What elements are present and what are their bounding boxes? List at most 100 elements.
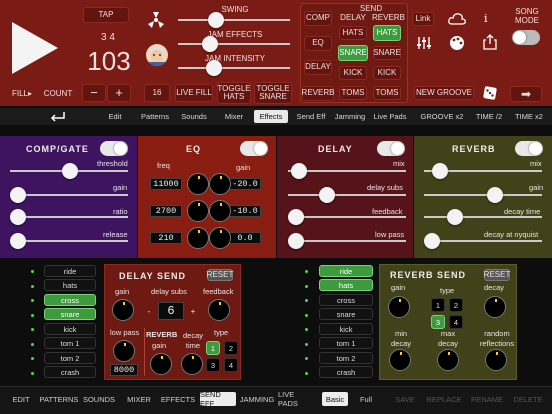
bottom-effects[interactable]: EFFECTS: [160, 392, 196, 406]
tab-live-pads[interactable]: Live Pads: [372, 110, 408, 123]
bottom-basic[interactable]: Basic: [322, 392, 348, 406]
eq-gain-knob-2[interactable]: [209, 200, 231, 222]
delay-hats-button[interactable]: HATS: [339, 26, 367, 40]
eq-gain-knob-3[interactable]: [209, 227, 231, 249]
left-row-hats[interactable]: hats: [44, 279, 96, 291]
delay-subs-slider[interactable]: [288, 194, 406, 196]
comp-button[interactable]: COMP: [304, 11, 332, 26]
fill-button[interactable]: FILL▸: [6, 89, 38, 98]
ds-feedback-knob[interactable]: [208, 299, 230, 321]
delay-feedback-slider[interactable]: [288, 216, 406, 218]
delay-toggle[interactable]: [377, 141, 405, 156]
left-row-tom2[interactable]: tom 2: [44, 352, 96, 364]
delay-toms-button[interactable]: TOMS: [339, 86, 367, 100]
right-row-kick[interactable]: kick: [319, 323, 373, 335]
rs-gain-knob[interactable]: [388, 296, 410, 318]
bottom-rename[interactable]: RENAME: [470, 392, 504, 406]
eq-button[interactable]: EQ: [304, 36, 332, 51]
reverb-decay-time-thumb[interactable]: [447, 209, 463, 225]
eq-gain-3[interactable]: 0.0: [229, 232, 261, 244]
tap-button[interactable]: TAP: [83, 7, 129, 23]
right-row-snare[interactable]: snare: [319, 308, 373, 320]
left-row-crash[interactable]: crash: [44, 366, 96, 378]
left-row-kick[interactable]: kick: [44, 323, 96, 335]
right-row-tom2[interactable]: tom 2: [319, 352, 373, 364]
jam-intensity-thumb[interactable]: [206, 60, 222, 76]
reverb-decay-time-slider[interactable]: [424, 216, 542, 218]
tab-patterns[interactable]: Patterns: [136, 110, 174, 123]
eq-gain-knob-1[interactable]: [209, 173, 231, 195]
left-row-cross[interactable]: cross: [44, 294, 96, 306]
song-mode-toggle[interactable]: [512, 30, 540, 45]
reverb-hats-button[interactable]: HATS: [373, 25, 401, 41]
reverb-kick-button[interactable]: KICK: [373, 66, 401, 80]
tempo-display[interactable]: 103: [84, 46, 134, 77]
tab-effects[interactable]: Effects: [254, 110, 288, 123]
ds-lowpass-knob[interactable]: [113, 340, 135, 362]
comp-release-slider[interactable]: [10, 240, 128, 242]
comp-ratio-slider[interactable]: [10, 216, 128, 218]
mixer-icon[interactable]: [416, 36, 432, 50]
rs-type-4[interactable]: 4: [449, 315, 463, 329]
tab-edit[interactable]: Edit: [100, 110, 130, 123]
rs-random-knob[interactable]: [485, 349, 507, 371]
reverb-toms-button[interactable]: TOMS: [373, 86, 401, 100]
rs-decay-knob[interactable]: [484, 296, 506, 318]
left-row-ride[interactable]: ride: [44, 265, 96, 277]
jam-intensity-slider[interactable]: [178, 67, 290, 69]
cloud-icon[interactable]: [448, 12, 466, 26]
delay-send-reset[interactable]: RESET: [207, 269, 233, 281]
reverb-snare-button[interactable]: SNARE: [373, 46, 401, 60]
toggle-hats-button[interactable]: TOGGLE HATS: [217, 82, 251, 104]
comp-threshold-thumb[interactable]: [62, 163, 78, 179]
tab-jamming[interactable]: Jamming: [333, 110, 367, 123]
left-row-tom1[interactable]: tom 1: [44, 337, 96, 349]
comp-toggle[interactable]: [100, 141, 128, 156]
time-signature[interactable]: 3 4: [93, 32, 123, 43]
delay-button[interactable]: DELAY: [304, 60, 332, 75]
dice-icon[interactable]: [483, 86, 497, 100]
tab-sounds[interactable]: Sounds: [178, 110, 210, 123]
bottom-mixer[interactable]: MIXER: [124, 392, 154, 406]
comp-release-thumb[interactable]: [10, 233, 26, 249]
tempo-plus-button[interactable]: +: [107, 84, 131, 102]
bottom-live-pads[interactable]: LIVE PADS: [278, 390, 316, 408]
delay-subs-thumb[interactable]: [319, 187, 335, 203]
live-fill-button[interactable]: LIVE FILL: [175, 84, 213, 102]
eq-freq-3[interactable]: 210: [150, 232, 182, 244]
rs-type-3[interactable]: 3: [431, 315, 445, 329]
bottom-delete[interactable]: DELETE: [512, 392, 544, 406]
bottom-send-eff[interactable]: SEND EFF: [200, 390, 236, 408]
reverb-gain-slider[interactable]: [424, 194, 542, 196]
rs-min-decay-knob[interactable]: [389, 349, 411, 371]
bottom-full[interactable]: Full: [356, 392, 376, 406]
forward-arrow-button[interactable]: ➡: [510, 86, 542, 102]
ds-type-1[interactable]: 1: [206, 341, 220, 355]
palette-icon[interactable]: [449, 35, 465, 51]
count-button[interactable]: COUNT: [42, 89, 74, 98]
ds-subs-plus[interactable]: +: [189, 307, 197, 316]
right-row-hats[interactable]: hats: [319, 279, 373, 291]
eq-freq-knob-2[interactable]: [187, 200, 209, 222]
delay-kick-button[interactable]: KICK: [339, 66, 367, 80]
reverb-decay-nyquist-thumb[interactable]: [424, 233, 440, 249]
right-row-ride[interactable]: ride: [319, 265, 373, 277]
time-half-button[interactable]: TIME /2: [472, 110, 506, 123]
reverb-toggle[interactable]: [515, 141, 543, 156]
right-row-crash[interactable]: crash: [319, 366, 373, 378]
delay-lowpass-thumb[interactable]: [288, 233, 304, 249]
info-icon[interactable]: i: [484, 12, 496, 26]
bottom-patterns[interactable]: PATTERNS: [40, 392, 79, 406]
ds-type-2[interactable]: 2: [224, 341, 238, 355]
delay-mix-thumb[interactable]: [291, 163, 307, 179]
reverb-decay-nyquist-slider[interactable]: [424, 240, 542, 242]
eq-gain-2[interactable]: -10.0: [229, 205, 261, 217]
link-button[interactable]: Link: [412, 12, 434, 26]
ds-decay-time-knob[interactable]: [181, 353, 203, 375]
eq-freq-knob-3[interactable]: [187, 227, 209, 249]
play-button[interactable]: [10, 20, 60, 76]
delay-feedback-thumb[interactable]: [288, 209, 304, 225]
bottom-edit[interactable]: EDIT: [8, 392, 34, 406]
comp-gain-thumb[interactable]: [10, 187, 26, 203]
avatar[interactable]: [146, 44, 168, 66]
